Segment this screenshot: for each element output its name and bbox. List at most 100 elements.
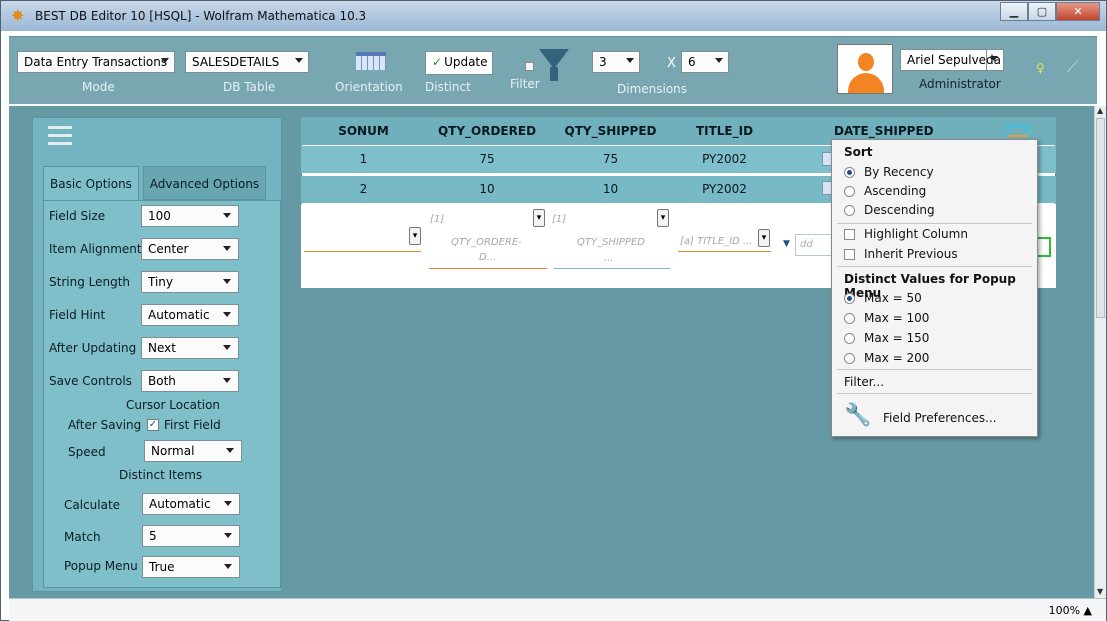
scroll-thumb[interactable] [1096, 118, 1105, 318]
column-header-title-id[interactable]: TITLE_ID [673, 117, 776, 145]
qty-ordered-entry-field[interactable] [429, 268, 547, 269]
item-alignment-dropdown[interactable]: Center [141, 238, 239, 260]
table-cell[interactable]: 75 [548, 146, 673, 173]
field-preferences-menu-item[interactable]: Field Preferences... [883, 411, 997, 425]
date-entry-field[interactable]: dd [795, 234, 833, 256]
match-dropdown[interactable]: 5 [142, 525, 240, 547]
avatar[interactable] [837, 44, 893, 94]
table-cell[interactable]: 10 [548, 176, 673, 203]
chevron-down-icon[interactable]: ▼ [783, 239, 790, 249]
pen-icon[interactable]: ⟋ [1067, 57, 1079, 77]
dimension-x-symbol: X [667, 56, 676, 71]
qty-shipped-entry-dropdown[interactable]: ▾ [657, 209, 669, 227]
filter-checkbox[interactable] [525, 62, 534, 71]
sort-heading: Sort [844, 145, 873, 159]
menu-separator [837, 393, 1032, 394]
orientation-icon[interactable] [356, 52, 386, 70]
db-table-dropdown[interactable]: SALESDETAILS [185, 51, 309, 73]
table-cell[interactable]: 2 [301, 176, 426, 203]
cursor-location-heading: Cursor Location [126, 398, 221, 412]
max-100-label[interactable]: Max = 100 [864, 311, 929, 325]
sort-ascending-label[interactable]: Ascending [864, 184, 926, 198]
sonum-entry-dropdown[interactable]: ▾ [409, 227, 421, 245]
zoom-level[interactable]: 100% ▲ [1049, 604, 1092, 617]
max-200-radio[interactable] [844, 353, 855, 364]
max-100-radio[interactable] [844, 313, 855, 324]
highlight-column-label[interactable]: Highlight Column [864, 227, 968, 241]
option-value: Center [148, 242, 189, 256]
save-controls-dropdown[interactable]: Both [141, 370, 239, 392]
max-50-radio[interactable] [844, 293, 855, 304]
filter-funnel-icon[interactable] [539, 49, 569, 69]
title-id-entry-dropdown[interactable]: ▾ [758, 229, 770, 247]
chevron-down-icon [161, 58, 169, 63]
sonum-entry-field[interactable] [304, 251, 421, 252]
update-label: Update [444, 55, 488, 69]
popup-menu-dropdown[interactable]: True [142, 556, 240, 578]
window-title: BEST DB Editor 10 [HSQL] - Wolfram Mathe… [35, 9, 367, 23]
max-150-radio[interactable] [844, 333, 855, 344]
string-length-dropdown[interactable]: Tiny [141, 271, 239, 293]
lightbulb-icon[interactable]: ♀ [1036, 61, 1045, 75]
max-150-label[interactable]: Max = 150 [864, 331, 929, 345]
filter-funnel-stem [550, 67, 558, 81]
highlight-column-checkbox[interactable] [844, 229, 855, 240]
dimensions-label: Dimensions [617, 82, 688, 96]
after-updating-dropdown[interactable]: Next [141, 337, 239, 359]
table-cell[interactable]: PY2002 [673, 176, 776, 203]
table-cell[interactable]: 1 [301, 146, 426, 173]
cols-dropdown[interactable]: 6 [681, 51, 729, 73]
db-table-value: SALESDETAILS [192, 55, 280, 69]
scroll-down-icon[interactable]: ▼ [1097, 587, 1103, 596]
qty-shipped-entry-field[interactable] [554, 268, 670, 269]
speed-dropdown[interactable]: Normal [144, 440, 242, 462]
tab-basic-options[interactable]: Basic Options [43, 166, 139, 200]
mode-dropdown[interactable]: Data Entry Transactions [17, 51, 175, 73]
inherit-previous-label[interactable]: Inherit Previous [864, 247, 958, 261]
filter-menu-item[interactable]: Filter... [844, 375, 884, 389]
update-toggle[interactable]: ✓ Update [425, 51, 493, 75]
option-label: Field Size [49, 209, 106, 223]
tab-advanced-options[interactable]: Advanced Options [143, 166, 266, 200]
user-dropdown[interactable]: Ariel Sepulveda [900, 49, 1004, 71]
chevron-down-icon [295, 58, 303, 63]
field-hint-dropdown[interactable]: Automatic [141, 304, 239, 326]
max-50-label[interactable]: Max = 50 [864, 291, 922, 305]
sort-descending-radio[interactable] [844, 205, 855, 216]
inherit-previous-checkbox[interactable] [844, 249, 855, 260]
scroll-up-icon[interactable]: ▲ [1097, 106, 1103, 115]
sort-by-recency-radio[interactable] [844, 167, 855, 178]
maximize-button[interactable]: ▢ [1028, 2, 1056, 21]
hamburger-menu-icon[interactable] [48, 126, 72, 148]
chevron-down-icon [223, 378, 231, 383]
filter-label: Filter [510, 77, 540, 91]
distinct-items-heading: Distinct Items [119, 468, 203, 482]
title-id-entry-field[interactable] [678, 251, 771, 252]
first-field-checkbox[interactable]: ✓ [147, 419, 159, 431]
column-header-qty-ordered[interactable]: QTY_ORDERED [426, 117, 548, 145]
field-size-dropdown[interactable]: 100 [141, 205, 239, 227]
table-cell[interactable]: 10 [426, 176, 548, 203]
table-cell[interactable]: 75 [426, 146, 548, 173]
chevron-down-icon [223, 312, 231, 317]
minimize-button[interactable]: ▁ [1000, 2, 1028, 21]
max-200-label[interactable]: Max = 200 [864, 351, 929, 365]
sort-by-recency-label[interactable]: By Recency [864, 165, 934, 179]
app-star-icon: ✸ [11, 6, 25, 25]
column-settings-icon[interactable] [1007, 125, 1029, 137]
column-header-qty-shipped[interactable]: QTY_SHIPPED [548, 117, 673, 145]
minimize-icon: ▁ [1009, 5, 1019, 18]
menu-separator [837, 223, 1032, 224]
rows-dropdown[interactable]: 3 [592, 51, 640, 73]
chevron-down-icon [223, 213, 231, 218]
calculate-dropdown[interactable]: Automatic [142, 493, 240, 515]
table-cell[interactable]: PY2002 [673, 146, 776, 173]
close-button[interactable]: ✕ [1056, 2, 1100, 21]
column-header-sonum[interactable]: SONUM [301, 117, 426, 145]
qty-ordered-entry-dropdown[interactable]: ▾ [533, 209, 545, 227]
chevron-down-icon [224, 533, 232, 538]
vertical-scrollbar[interactable]: ▲ ▼ [1094, 106, 1106, 598]
sort-descending-label[interactable]: Descending [864, 203, 935, 217]
option-label: Save Controls [49, 374, 132, 388]
sort-ascending-radio[interactable] [844, 186, 855, 197]
